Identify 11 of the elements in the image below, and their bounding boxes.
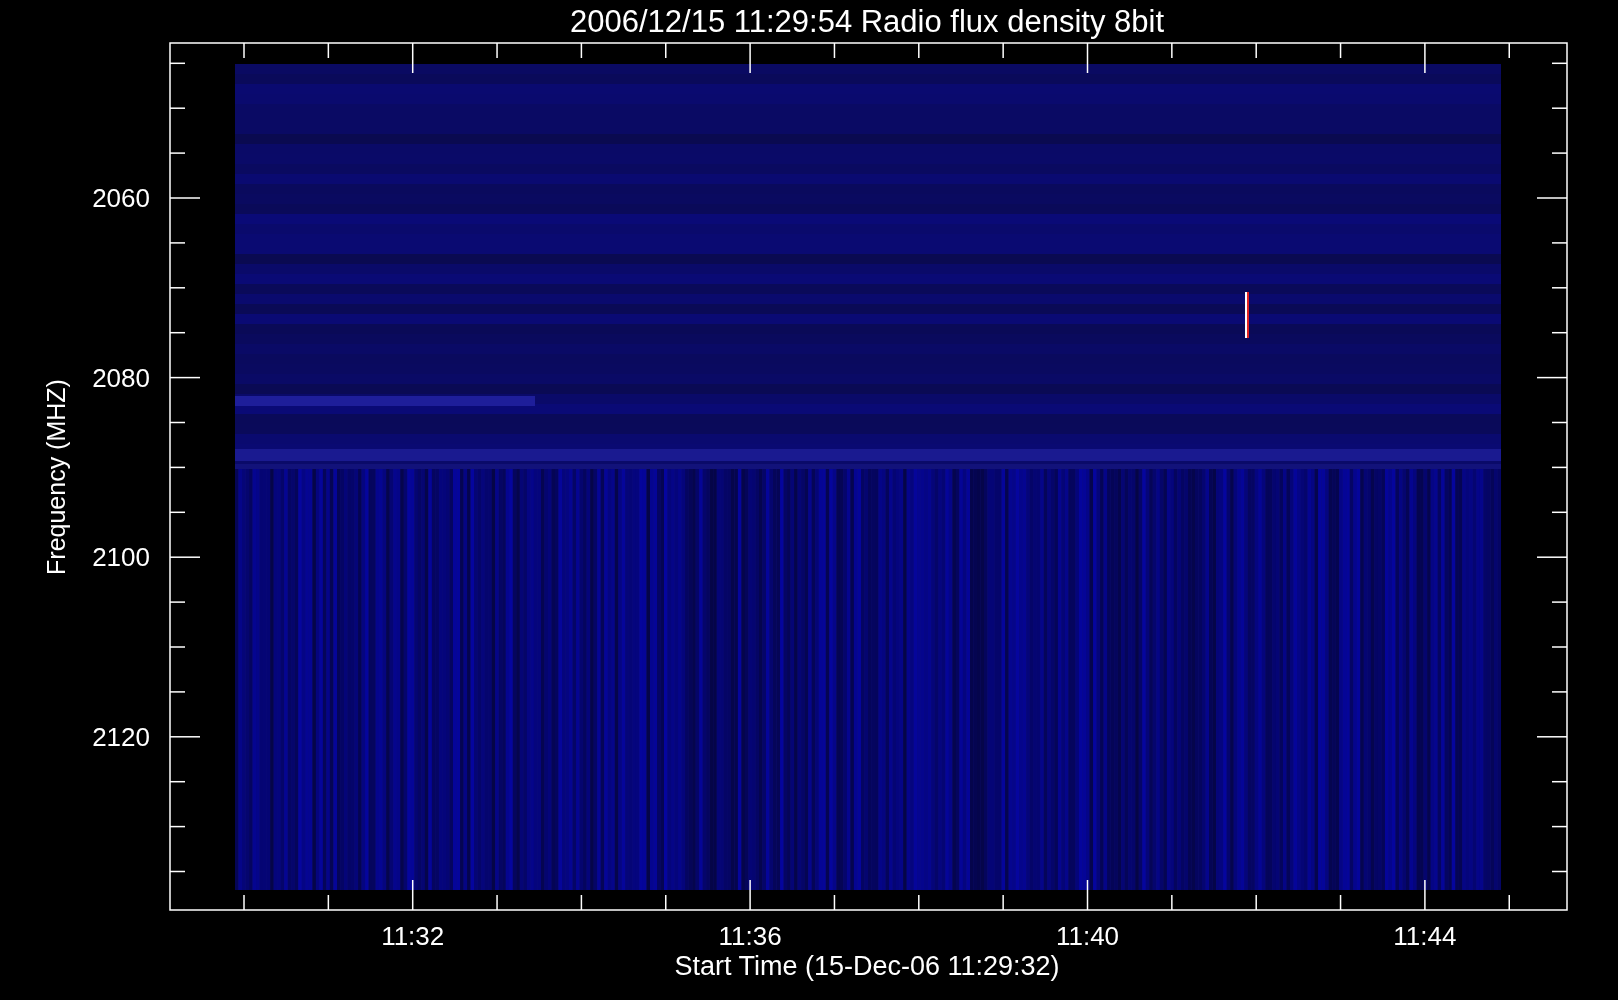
x-tick-label: 11:44: [1393, 921, 1457, 951]
y-tick-label: 2100: [92, 542, 150, 573]
y-tick-label: 2120: [92, 721, 150, 752]
y-axis-label: Frequency (MHZ): [42, 379, 70, 575]
x-tick-label: 11:40: [1055, 921, 1120, 951]
y-tick-label: 2080: [92, 362, 150, 393]
x-axis-label: Start Time (15-Dec-06 11:29:32): [674, 951, 1060, 981]
chart-title: 2006/12/15 11:29:54 Radio flux density 8bit: [570, 4, 1164, 39]
y-tick-label: 2060: [92, 183, 150, 213]
x-tick-label: 11:36: [718, 921, 782, 951]
x-tick-label: 11:32: [381, 921, 445, 951]
